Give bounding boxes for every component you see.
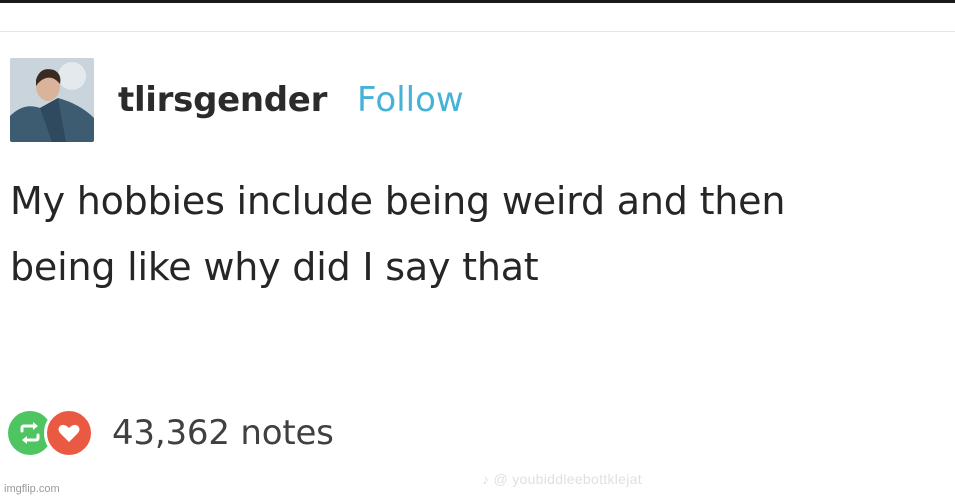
heart-icon[interactable] — [44, 408, 94, 458]
reblog-glyph — [20, 422, 40, 444]
tiktok-watermark: ♪ @ youbiddleebottklejat — [482, 471, 642, 487]
heart-glyph — [58, 424, 80, 442]
divider — [0, 31, 955, 32]
username[interactable]: tlirsgender — [118, 80, 327, 120]
avatar-image — [10, 58, 94, 142]
top-border — [0, 0, 955, 3]
notes-count[interactable]: 43,362 notes — [112, 413, 334, 453]
avatar[interactable] — [10, 58, 94, 142]
post-footer: 43,362 notes — [8, 408, 334, 458]
follow-button[interactable]: Follow — [357, 80, 464, 120]
post-text-line: being like why did I say that — [10, 245, 539, 289]
imgflip-watermark: imgflip.com — [4, 483, 60, 495]
post-header: tlirsgender Follow — [10, 58, 464, 142]
post-body: My hobbies include being weird and then … — [10, 168, 930, 300]
post-text-line: My hobbies include being weird and then — [10, 179, 786, 223]
